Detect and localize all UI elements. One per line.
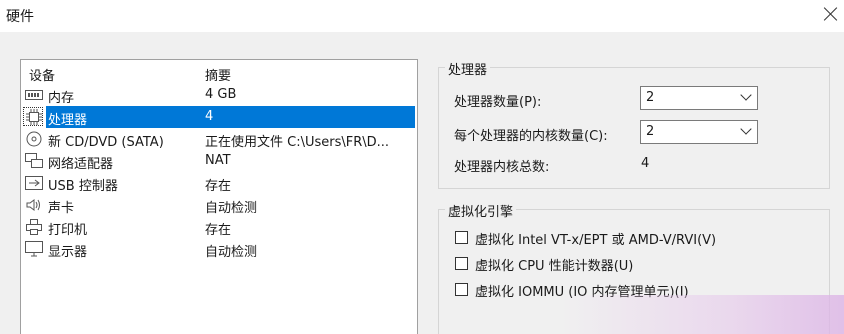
device-summary: 4 <box>205 109 214 124</box>
close-icon[interactable] <box>822 5 840 23</box>
selection-highlight <box>46 106 415 128</box>
device-summary: 自动检测 <box>205 245 258 260</box>
memory-icon <box>25 87 43 103</box>
processor-count-label: 处理器数量(P): <box>454 95 542 110</box>
title-bar: 硬件 <box>0 0 844 32</box>
device-column-header[interactable]: 设备 <box>29 65 55 84</box>
processor-count-select[interactable]: 2 <box>640 86 758 110</box>
device-row-network[interactable]: 网络适配器 NAT <box>21 150 415 172</box>
device-name: USB 控制器 <box>48 179 118 194</box>
vt-checkbox[interactable] <box>455 231 468 244</box>
device-name: 新 CD/DVD (SATA) <box>48 135 164 150</box>
cpu-counters-label[interactable]: 虚拟化 CPU 性能计数器(U) <box>475 255 633 274</box>
device-row-sound[interactable]: 声卡 自动检测 <box>21 194 415 216</box>
decorative-glow <box>560 295 844 334</box>
processor-count-value: 2 <box>646 90 655 105</box>
vt-label[interactable]: 虚拟化 Intel VT-x/EPT 或 AMD-V/RVI(V) <box>475 229 716 248</box>
device-row-printer[interactable]: 打印机 存在 <box>21 216 415 238</box>
device-row-display[interactable]: 显示器 自动检测 <box>21 238 415 260</box>
network-adapter-icon <box>25 153 43 169</box>
total-cores-label: 处理器内核总数: <box>454 160 550 175</box>
cores-per-processor-label: 每个处理器的内核数量(C): <box>454 129 608 144</box>
device-summary: 正在使用文件 C:\Users\FR\D... <box>205 135 390 150</box>
device-row-memory[interactable]: 内存 4 GB <box>21 84 415 106</box>
device-summary: NAT <box>205 153 231 168</box>
device-summary: 4 GB <box>205 87 237 102</box>
cd-dvd-icon <box>25 131 43 147</box>
window-title: 硬件 <box>6 9 34 25</box>
chevron-down-icon <box>740 123 752 135</box>
device-name: 处理器 <box>48 113 88 128</box>
device-list-header: 设备 摘要 <box>21 60 417 84</box>
processor-icon <box>25 109 43 125</box>
device-name: 显示器 <box>48 245 88 260</box>
device-row-cd-dvd[interactable]: 新 CD/DVD (SATA) 正在使用文件 C:\Users\FR\D... <box>21 128 415 150</box>
total-cores-value: 4 <box>641 156 650 171</box>
device-summary: 存在 <box>205 223 232 238</box>
device-name: 网络适配器 <box>48 157 114 172</box>
device-list[interactable]: 设备 摘要 内存 4 GB 处理器 4 新 CD/DVD (SATA) 正在使用… <box>20 59 418 334</box>
device-name: 打印机 <box>48 223 88 238</box>
cores-per-processor-value: 2 <box>646 124 655 139</box>
device-row-usb[interactable]: USB 控制器 存在 <box>21 172 415 194</box>
device-summary: 自动检测 <box>205 201 258 216</box>
printer-icon <box>25 219 43 235</box>
sound-card-icon <box>25 197 43 213</box>
device-row-processor[interactable]: 处理器 4 <box>21 106 415 128</box>
display-icon <box>25 241 43 257</box>
cpu-counters-checkbox[interactable] <box>455 257 468 270</box>
chevron-down-icon <box>740 89 752 101</box>
device-name: 声卡 <box>48 201 75 216</box>
device-summary: 存在 <box>205 179 232 194</box>
device-name: 内存 <box>48 91 75 106</box>
processor-group-title: 处理器 <box>445 59 491 78</box>
summary-column-header[interactable]: 摘要 <box>205 65 231 84</box>
usb-controller-icon <box>25 175 43 191</box>
iommu-checkbox[interactable] <box>455 283 468 296</box>
virtualization-group-title: 虚拟化引擎 <box>445 201 517 220</box>
cores-per-processor-select[interactable]: 2 <box>640 120 758 144</box>
